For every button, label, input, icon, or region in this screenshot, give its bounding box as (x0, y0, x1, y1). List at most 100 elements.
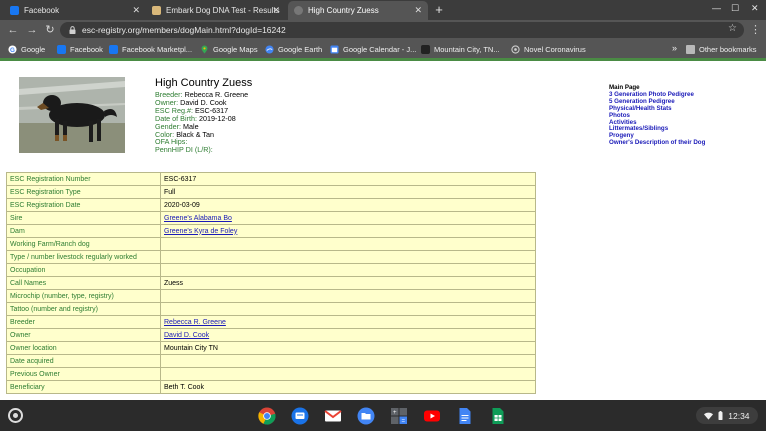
table-row: Owner location Mountain City TN (6, 341, 536, 355)
embark-icon (152, 6, 161, 15)
table-row: Breeder Rebecca R. Greene (6, 315, 536, 329)
back-button[interactable]: ← (6, 23, 20, 37)
table-row: Microchip (number, type, registry) (6, 289, 536, 303)
reload-button[interactable]: ↻ (43, 23, 57, 37)
menu-icon[interactable]: ⋮ (750, 23, 761, 37)
row-label: Occupation (6, 263, 161, 277)
bookmark-google-earth[interactable]: Google Earth (265, 43, 322, 55)
dog-photo (19, 77, 125, 153)
bookmark-google-maps[interactable]: Google Maps (200, 43, 258, 55)
row-label: Dam (6, 224, 161, 238)
row-label: Type / number livestock regularly worked (6, 250, 161, 264)
row-value: 2020-03-09 (160, 198, 536, 212)
launcher-icon[interactable] (8, 408, 23, 423)
nav-link-owner-description[interactable]: Owner's Description of their Dog (609, 139, 705, 147)
row-value (160, 263, 536, 277)
svg-text:G: G (10, 46, 15, 53)
bookmark-mountain-city[interactable]: Mountain City, TN... (421, 43, 500, 55)
table-row: Dam Greene's Kyra de Foley (6, 224, 536, 238)
calendar-icon (330, 44, 339, 54)
row-label: Beneficiary (6, 380, 161, 394)
bookmark-facebook[interactable]: Facebook (57, 43, 103, 55)
browser-toolbar: ← → ↻ esc-registry.org/members/dogMain.h… (0, 20, 766, 40)
chrome-icon[interactable] (258, 407, 276, 425)
row-value (160, 289, 536, 303)
chevron-right-icon[interactable]: » (672, 43, 677, 53)
forward-button[interactable]: → (25, 23, 39, 37)
close-icon[interactable]: ✕ (132, 5, 140, 16)
docs-icon[interactable] (456, 407, 474, 425)
row-value: Mountain City TN (160, 341, 536, 355)
bookmark-google-calendar[interactable]: Google Calendar - J... (330, 43, 416, 55)
row-value-link[interactable]: Greene's Kyra de Foley (164, 228, 237, 235)
summary-pennhip: PennHIP DI (L/R): (155, 145, 213, 155)
row-value: Zuess (160, 276, 536, 290)
table-row: Owner David D. Cook (6, 328, 536, 342)
facebook-icon (109, 44, 118, 54)
row-label: Previous Owner (6, 367, 161, 381)
folder-icon (686, 44, 695, 54)
messages-icon[interactable] (291, 407, 309, 425)
row-label: Sire (6, 211, 161, 225)
url-text: esc-registry.org/members/dogMain.html?do… (82, 25, 286, 35)
tab-high-country-zuess[interactable]: High Country Zuess ✕ (288, 1, 428, 20)
row-value: Beth T. Cook (160, 380, 536, 394)
tab-title: Embark Dog DNA Test - Results (166, 6, 280, 15)
close-icon[interactable]: ✕ (272, 5, 280, 16)
bookmark-google[interactable]: G Google (8, 43, 45, 55)
google-icon: G (8, 44, 17, 53)
clock-time: 12:34 (728, 410, 750, 421)
google-earth-icon (265, 44, 274, 54)
dog-image (19, 77, 125, 153)
row-label: ESC Registration Type (6, 185, 161, 199)
gmail-icon[interactable] (324, 407, 342, 425)
dog-page-nav: Main Page 3 Generation Photo Pedigree 5 … (609, 84, 705, 147)
maximize-icon[interactable]: ☐ (731, 3, 739, 14)
bookmark-novel-coronavirus[interactable]: Novel Coronavirus (511, 43, 586, 55)
os-shelf: + = 12:34 (0, 400, 766, 431)
table-row: Sire Greene's Alabama Bo (6, 211, 536, 225)
tab-facebook[interactable]: Facebook ✕ (4, 1, 146, 20)
other-bookmarks[interactable]: Other bookmarks (686, 43, 757, 55)
lock-icon (69, 26, 76, 34)
bookmark-star-icon[interactable]: ☆ (728, 23, 737, 34)
status-tray[interactable]: 12:34 (696, 407, 758, 424)
table-row: Tattoo (number and registry) (6, 302, 536, 316)
row-value-link[interactable]: Rebecca R. Greene (164, 319, 226, 326)
row-label: Tattoo (number and registry) (6, 302, 161, 316)
row-label: Working Farm/Ranch dog (6, 237, 161, 251)
row-value: Greene's Alabama Bo (160, 211, 536, 225)
files-icon[interactable] (357, 407, 375, 425)
youtube-icon[interactable] (423, 407, 441, 425)
tab-embark[interactable]: Embark Dog DNA Test - Results ✕ (146, 1, 286, 20)
close-icon[interactable]: ✕ (414, 5, 422, 16)
facebook-icon (10, 6, 19, 15)
dog-name: High Country Zuess (155, 77, 253, 89)
row-label: Microchip (number, type, registry) (6, 289, 161, 303)
row-value-link[interactable]: David D. Cook (164, 332, 209, 339)
calculator-icon[interactable]: + = (390, 407, 408, 425)
bookmark-facebook-marketplace[interactable]: Facebook Marketpl... (109, 43, 192, 55)
page-content: High Country Zuess Breeder: Rebecca R. G… (0, 61, 766, 400)
row-label: Breeder (6, 315, 161, 329)
svg-text:=: = (401, 419, 405, 425)
row-label: ESC Registration Number (6, 172, 161, 186)
site-icon (294, 6, 303, 15)
row-value: Full (160, 185, 536, 199)
row-value (160, 367, 536, 381)
row-value: Greene's Kyra de Foley (160, 224, 536, 238)
minimize-icon[interactable]: — (712, 3, 721, 13)
address-bar[interactable]: esc-registry.org/members/dogMain.html?do… (60, 22, 744, 38)
battery-icon (718, 411, 723, 420)
sheets-icon[interactable] (489, 407, 507, 425)
tab-title: Facebook (24, 6, 60, 15)
table-row: ESC Registration Number ESC-6317 (6, 172, 536, 186)
row-label: Owner (6, 328, 161, 342)
table-row: Date acquired (6, 354, 536, 368)
close-window-icon[interactable]: ✕ (751, 3, 759, 14)
new-tab-button[interactable]: + (432, 3, 446, 17)
row-value-link[interactable]: Greene's Alabama Bo (164, 215, 232, 222)
row-value (160, 354, 536, 368)
bookmarks-bar: G Google Facebook Facebook Marketpl... G… (0, 40, 766, 58)
table-row: ESC Registration Type Full (6, 185, 536, 199)
